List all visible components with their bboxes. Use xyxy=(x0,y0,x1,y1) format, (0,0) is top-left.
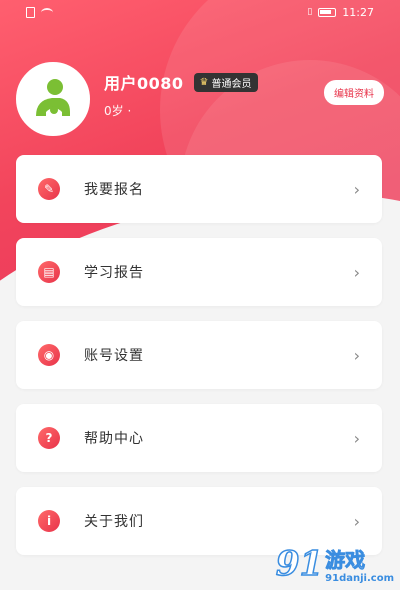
watermark-title: 游戏 xyxy=(325,548,366,573)
menu-item-help-center[interactable]: ? 帮助中心 › xyxy=(16,404,382,472)
watermark-logo: 91 xyxy=(275,543,324,585)
avatar[interactable] xyxy=(16,62,90,136)
chevron-right-icon: › xyxy=(353,345,360,365)
report-icon: ▤ xyxy=(38,261,60,283)
battery-icon xyxy=(318,7,337,17)
crown-icon: ♛ xyxy=(199,76,209,88)
name-row: 用户0080 ♛ 普通会员 xyxy=(104,70,258,94)
watermark-url: 91danji.com xyxy=(325,573,394,584)
chevron-right-icon: › xyxy=(353,511,360,531)
settings-icon: ◉ xyxy=(38,344,60,366)
watermark-text: 游戏 91danji.com xyxy=(325,544,394,584)
chevron-right-icon: › xyxy=(353,428,360,448)
help-icon: ? xyxy=(38,427,60,449)
menu-label: 关于我们 xyxy=(84,514,144,530)
vip-label: 普通会员 xyxy=(211,78,252,90)
watermark: 91 游戏 91danji.com xyxy=(275,543,394,585)
menu-item-study-report[interactable]: ▤ 学习报告 › xyxy=(16,238,382,306)
user-info: 用户0080 ♛ 普通会员 0岁 · xyxy=(104,70,258,119)
edit-profile-button[interactable]: 编辑资料 xyxy=(324,80,384,105)
chevron-right-icon: › xyxy=(353,262,360,282)
menu-label: 帮助中心 xyxy=(84,431,144,447)
status-bar: ▯ 11:27 xyxy=(0,0,400,24)
menu-item-signup[interactable]: ✎ 我要报名 › xyxy=(16,155,382,223)
avatar-person-icon xyxy=(22,68,84,130)
menu-item-account-settings[interactable]: ◉ 账号设置 › xyxy=(16,321,382,389)
chevron-right-icon: › xyxy=(353,179,360,199)
menu-label: 我要报名 xyxy=(84,182,144,198)
vibrate-icon: ▯ xyxy=(307,7,313,17)
vip-badge: ♛ 普通会员 xyxy=(193,72,258,92)
wifi-icon xyxy=(41,7,53,17)
status-right: ▯ 11:27 xyxy=(307,6,374,19)
info-icon: i xyxy=(38,510,60,532)
menu-label: 学习报告 xyxy=(84,265,144,281)
status-time: 11:27 xyxy=(342,5,374,19)
username: 用户0080 xyxy=(104,74,184,93)
user-age: 0岁 · xyxy=(104,104,132,118)
profile-section: 用户0080 ♛ 普通会员 0岁 · 编辑资料 xyxy=(16,62,386,142)
status-left xyxy=(26,6,53,18)
pencil-icon: ✎ xyxy=(38,178,60,200)
sim-icon xyxy=(26,6,35,18)
menu-label: 账号设置 xyxy=(84,348,144,364)
